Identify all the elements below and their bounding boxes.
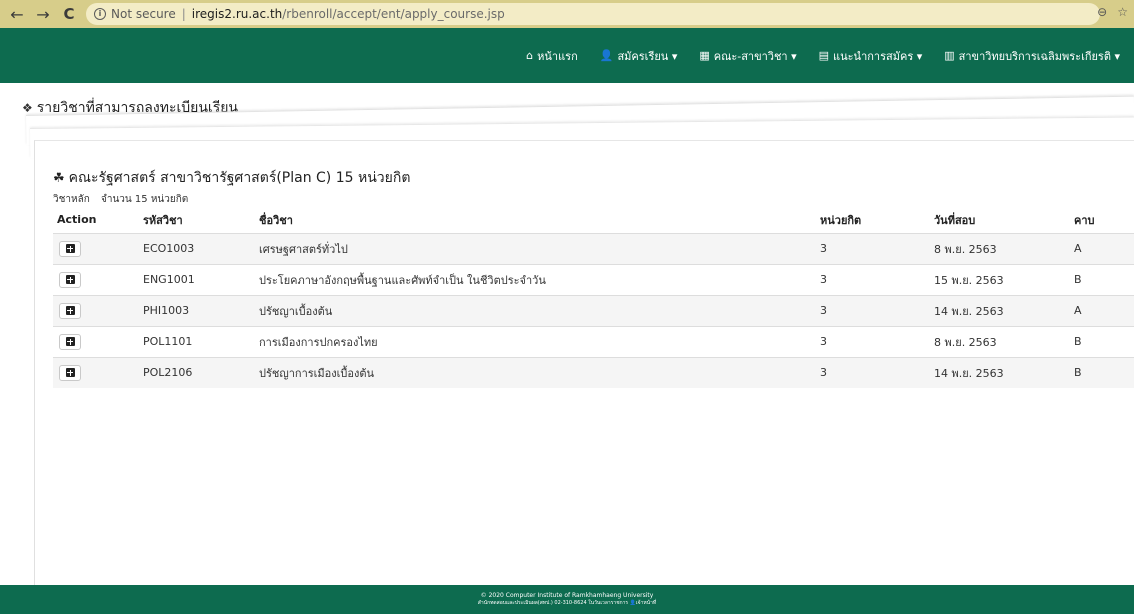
add-course-button[interactable] [59,240,81,257]
footer-copyright: © 2020 Computer Institute of Ramkhamhaen… [480,592,654,599]
nav-item-label: สาขาวิทยบริการเฉลิมพระเกียรติ ▾ [958,49,1120,63]
action-cell [53,325,139,357]
card-sub-label: วิชาหลัก [53,194,90,205]
header-period: คาบ [1074,213,1095,227]
nav-item-label: สมัครเรียน ▾ [617,49,678,63]
course-card: ☘ คณะรัฐศาสตร์ สาขาวิชารัฐศาสตร์(Plan C)… [34,140,1134,585]
card-title-text: คณะรัฐศาสตร์ สาขาวิชารัฐศาสตร์(Plan C) 1… [68,170,411,186]
course-name: เศรษฐศาสตร์ทั่วไป [255,232,816,264]
address-separator: | [181,7,186,21]
course-code: PHI1003 [139,294,255,326]
nav-item-faculty[interactable]: ▦ คณะ-สาขาวิชา ▾ [699,47,796,65]
course-exam-date: 15 พ.ย. 2563 [930,263,1070,295]
header-exam-date: วันที่สอบ [934,213,976,227]
course-name: ปรัชญาการเมืองเบื้องต้น [255,356,816,388]
course-credit: 3 [816,356,930,388]
url-domain: iregis2.ru.ac.th [191,7,283,21]
table-row: POL1101 การเมืองการปกครองไทย 3 8 พ.ย. 25… [53,325,1134,357]
course-code: POL2106 [139,356,255,388]
table-row: POL2106 ปรัชญาการเมืองเบื้องต้น 3 14 พ.ย… [53,356,1134,388]
action-cell [53,232,139,264]
nav-item-label: หน้าแรก [537,49,578,63]
home-icon: ⌂ [526,49,534,62]
add-course-button[interactable] [59,271,81,288]
plus-square-icon [65,368,75,378]
add-course-button[interactable] [59,364,81,381]
header-name: ชื่อวิชา [259,213,293,227]
list-icon: ▤ [818,49,830,62]
nav-item-label: คณะ-สาขาวิชา ▾ [713,49,797,63]
table-row: ECO1003 เศรษฐศาสตร์ทั่วไป 3 8 พ.ย. 2563 … [53,232,1134,264]
navbar-menu: ⌂ หน้าแรก 👤 สมัครเรียน ▾ ▦ คณะ-สาขาวิชา … [526,28,1120,83]
add-course-button[interactable] [59,302,81,319]
address-bar-actions: ⊖ ☆ [1097,5,1128,19]
course-period: B [1070,325,1134,357]
plus-square-icon [65,244,75,253]
card-sub-count: จำนวน 15 หน่วยกิต [100,194,189,205]
table-header-row: Action รหัสวิชา ชื่อวิชา หน่วยกิต วันที่… [53,207,1134,233]
add-course-button[interactable] [59,333,81,350]
plus-square-icon [65,275,75,284]
browser-toolbar: ← → C i Not secure | iregis2.ru.ac.th /r… [0,0,1134,28]
course-code: POL1101 [139,325,255,357]
user-plus-icon: 👤 [599,49,614,62]
forward-arrow-icon[interactable]: → [32,3,54,25]
cubes-icon: ❖ [22,101,33,115]
course-credit: 3 [816,232,930,264]
action-cell [53,263,139,295]
course-name: ประโยคภาษาอังกฤษพื้นฐานและศัพท์จำเป็น ใน… [255,263,816,295]
plus-square-icon [65,337,75,346]
course-credit: 3 [816,263,930,295]
course-code: ECO1003 [139,232,255,264]
bookmark-star-icon[interactable]: ☆ [1117,5,1128,19]
zoom-icon[interactable]: ⊖ [1097,5,1107,19]
course-exam-date: 8 พ.ย. 2563 [930,325,1070,357]
course-credit: 3 [816,294,930,326]
table-row: ENG1001 ประโยคภาษาอังกฤษพื้นฐานและศัพท์จ… [53,263,1134,295]
url-path: /rbenroll/accept/ent/apply_course.jsp [282,7,505,21]
share-nodes-icon: ☘ [53,170,65,186]
course-period: A [1070,294,1134,326]
course-name: ปรัชญาเบื้องต้น [255,294,816,326]
course-period: B [1070,356,1134,388]
course-period: A [1070,232,1134,264]
table-row: PHI1003 ปรัชญาเบื้องต้น 3 14 พ.ย. 2563 A [53,294,1134,326]
site-footer: © 2020 Computer Institute of Ramkhamhaen… [0,585,1134,614]
nav-item-guide[interactable]: ▤ แนะนำการสมัคร ▾ [819,47,923,65]
nav-item-apply[interactable]: 👤 สมัครเรียน ▾ [600,47,678,65]
course-exam-date: 14 พ.ย. 2563 [930,294,1070,326]
course-exam-date: 8 พ.ย. 2563 [930,232,1070,264]
header-code: รหัสวิชา [143,213,183,227]
card-icon: ▥ [944,49,955,62]
course-table: Action รหัสวิชา ชื่อวิชา หน่วยกิต วันที่… [53,207,1134,388]
security-label: Not secure [111,7,176,21]
course-code: ENG1001 [139,263,255,295]
course-exam-date: 14 พ.ย. 2563 [930,356,1070,388]
reload-icon[interactable]: C [58,3,80,25]
header-credit: หน่วยกิต [820,213,862,227]
building-icon: ▦ [699,49,710,62]
course-name: การเมืองการปกครองไทย [255,325,816,357]
action-cell [53,294,139,326]
header-action: Action [57,213,97,227]
address-bar[interactable]: i Not secure | iregis2.ru.ac.th /rbenrol… [86,3,1100,25]
nav-item-home[interactable]: ⌂ หน้าแรก [526,47,578,65]
plus-square-icon [65,306,75,315]
course-period: B [1070,263,1134,295]
site-navbar: ⌂ หน้าแรก 👤 สมัครเรียน ▾ ▦ คณะ-สาขาวิชา … [0,28,1134,83]
back-arrow-icon[interactable]: ← [6,3,28,25]
footer-contact: สำนักทดสอบและประเมินผล(สทป.) 02-310-8624… [477,600,657,606]
card-subtitle: วิชาหลัก จำนวน 15 หน่วยกิต [53,192,196,207]
nav-item-branch[interactable]: ▥ สาขาวิทยบริการเฉลิมพระเกียรติ ▾ [944,47,1120,65]
card-title: ☘ คณะรัฐศาสตร์ สาขาวิชารัฐศาสตร์(Plan C)… [53,167,410,189]
info-icon[interactable]: i [94,8,106,20]
nav-item-label: แนะนำการสมัคร ▾ [833,49,923,63]
action-cell [53,356,139,388]
course-credit: 3 [816,325,930,357]
